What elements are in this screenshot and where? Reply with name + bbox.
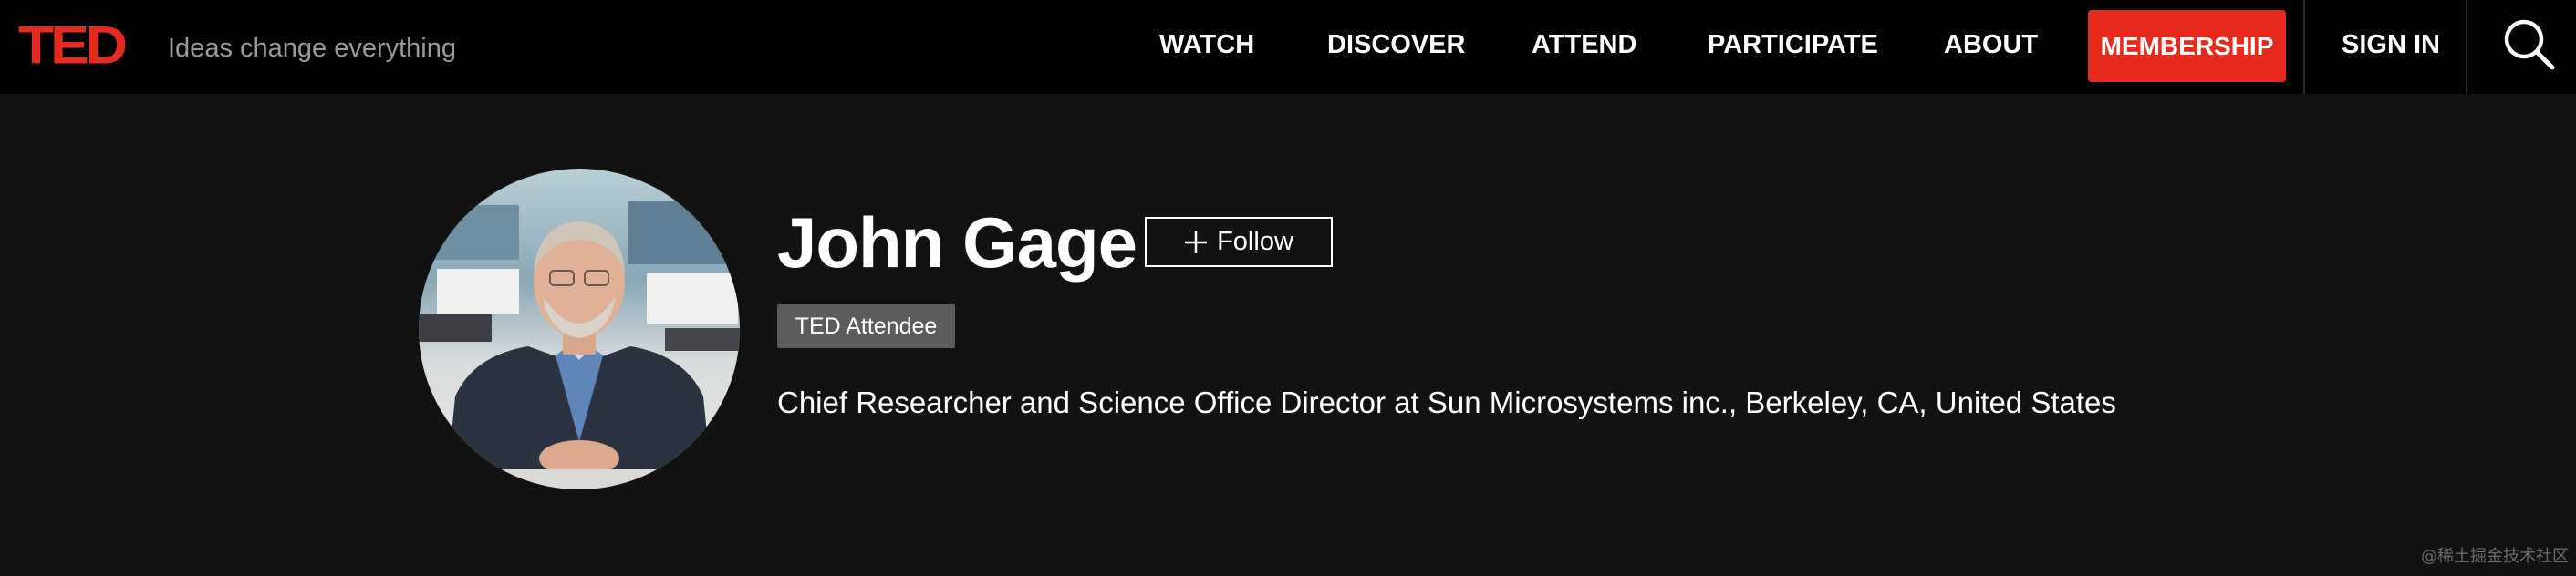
top-navigation-bar: TED Ideas change everything WATCH DISCOV… <box>0 0 2576 94</box>
nav-divider <box>2466 0 2467 94</box>
ted-logo[interactable]: TED <box>18 18 128 72</box>
follow-button[interactable]: Follow <box>1145 217 1333 267</box>
tagline: Ideas change everything <box>168 34 456 63</box>
watermark: @稀土掘金技术社区 <box>2421 547 2569 566</box>
plus-icon <box>1185 231 1208 253</box>
profile-name: John Gage <box>777 202 1137 283</box>
follow-button-label: Follow <box>1217 227 1293 256</box>
role-badge: TED Attendee <box>777 304 955 348</box>
nav-about[interactable]: ABOUT <box>1944 28 2038 61</box>
nav-divider <box>2303 0 2305 94</box>
nav-watch[interactable]: WATCH <box>1159 28 1254 61</box>
membership-button[interactable]: MEMBERSHIP <box>2088 10 2286 82</box>
nav-attend[interactable]: ATTEND <box>1532 28 1636 61</box>
profile-photo <box>419 169 740 489</box>
nav-participate[interactable]: PARTICIPATE <box>1708 28 1878 61</box>
nav-discover[interactable]: DISCOVER <box>1327 28 1465 61</box>
profile-bio: Chief Researcher and Science Office Dire… <box>777 386 2116 419</box>
sign-in-link[interactable]: SIGN IN <box>2342 28 2440 61</box>
search-icon <box>2504 19 2555 70</box>
search-button[interactable] <box>2501 16 2558 73</box>
avatar <box>419 169 740 489</box>
